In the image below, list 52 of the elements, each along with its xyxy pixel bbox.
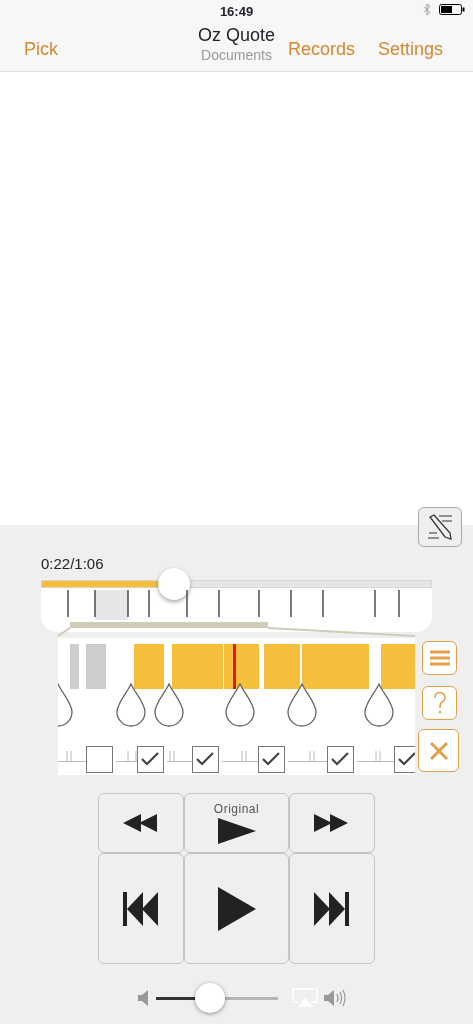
close-icon [428,740,449,761]
volume-high-icon [324,989,348,1007]
volume-low-icon [138,990,150,1006]
play-button[interactable] [184,853,289,964]
marker-checkbox[interactable] [86,746,113,773]
status-time: 16:49 [219,3,254,21]
battery-icon [439,4,465,15]
skip-forward-button[interactable] [289,853,375,964]
skip-back-button[interactable] [98,853,184,964]
edit-button[interactable] [418,507,462,547]
nav-title: Oz Quote [198,24,275,46]
timeline-segment [58,751,86,762]
timeline-segment [167,751,192,762]
marker-checkbox[interactable] [192,746,219,773]
play-icon [217,886,256,931]
skip-forward-icon [314,891,350,926]
marker-checkbox[interactable] [258,746,285,773]
timeline-segment [222,751,258,762]
position-slider[interactable] [41,568,432,600]
fast-forward-icon [314,814,350,832]
timeline-segment [116,751,137,762]
nav-button[interactable]: Settings [378,36,444,63]
marker-checkbox[interactable] [394,746,415,773]
volume-slider[interactable] [156,983,278,1013]
time-label: 0:22/1:06 [41,554,104,574]
checkmark-icon [331,752,349,766]
marker-handle[interactable] [364,683,394,727]
checkmark-icon [398,752,415,766]
marker-handle[interactable] [154,683,184,727]
nav-subtitle: Documents [200,46,273,64]
marker-handle[interactable] [116,683,146,727]
marker-checkbox[interactable] [137,746,164,773]
marker-handle[interactable] [287,683,317,727]
play-original-button[interactable]: Original [184,793,289,853]
checkmark-icon [196,752,214,766]
menu-icon [429,650,450,666]
skip-back-icon [123,891,159,926]
marker-handle[interactable] [225,683,255,727]
timeline-segment [288,751,327,762]
checkmark-icon [141,752,159,766]
rewind-icon [123,814,159,832]
play-icon [217,817,256,844]
pencil-icon [425,513,455,541]
question-icon [432,692,447,714]
nav-button[interactable]: Records [288,36,356,63]
rewind-button[interactable] [98,793,184,853]
checkmark-icon [262,752,280,766]
pick-button[interactable]: Pick [24,36,58,63]
bluetooth-icon [423,3,431,16]
marker-checkbox[interactable] [327,746,354,773]
timeline-segment [357,751,394,762]
fast-forward-button[interactable] [289,793,375,853]
